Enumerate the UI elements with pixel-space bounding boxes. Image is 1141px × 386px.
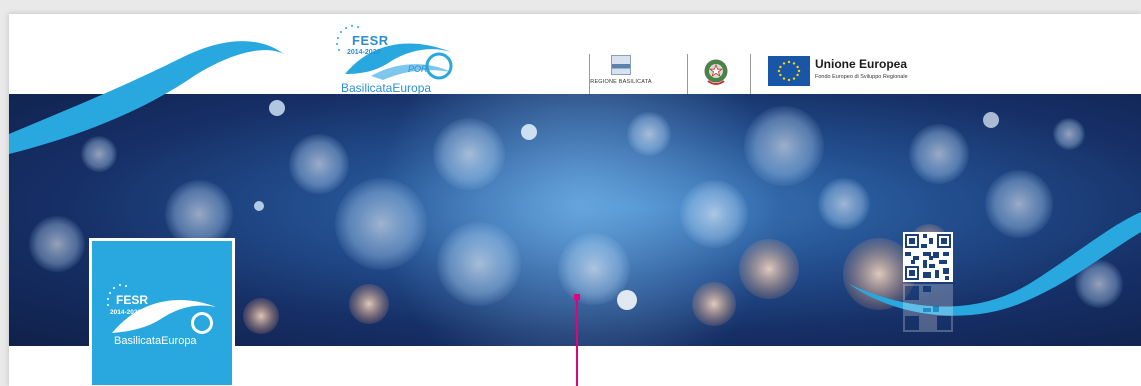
eu-subtitle: Fondo Europeo di Sviluppo Regionale <box>815 74 908 80</box>
banner-mockup: FESR 2014-2020 POR BasilicataEuropa REGI… <box>0 0 1141 386</box>
fesr-badge-text: FESR <box>352 33 389 48</box>
qr-code-icon <box>903 232 953 282</box>
region-flag-icon <box>611 55 631 75</box>
logo-divider <box>750 54 751 94</box>
card-por-text: POR <box>170 321 188 330</box>
qr-reflection <box>903 284 953 332</box>
program-name: BasilicataEuropa <box>341 81 432 95</box>
italy-emblem-icon <box>702 56 730 88</box>
header-strip: FESR 2014-2020 POR BasilicataEuropa REGI… <box>9 14 1141 316</box>
eu-logo: Unione Europea Fondo Europeo di Sviluppo… <box>766 54 966 94</box>
guide-line <box>576 300 578 386</box>
card-fesr-text: FESR <box>116 293 149 307</box>
banner-sheet: FESR 2014-2020 POR BasilicataEuropa REGI… <box>9 14 1141 386</box>
logo-divider <box>687 54 688 94</box>
fesr-years-text: 2014-2020 <box>347 49 381 56</box>
region-logo: REGIONE BASILICATA <box>587 54 655 94</box>
por-text: POR <box>408 64 428 74</box>
logo-card: FESR 2014-2020 POR BasilicataEuropa <box>89 238 235 386</box>
region-label: REGIONE BASILICATA <box>590 79 652 85</box>
card-program-name: BasilicataEuropa <box>114 335 197 347</box>
eu-title: Unione Europea <box>815 57 908 71</box>
por-fesr-logo: FESR 2014-2020 POR BasilicataEuropa <box>311 22 461 95</box>
eu-flag-icon <box>768 56 810 86</box>
card-years-text: 2014-2020 <box>110 309 142 316</box>
